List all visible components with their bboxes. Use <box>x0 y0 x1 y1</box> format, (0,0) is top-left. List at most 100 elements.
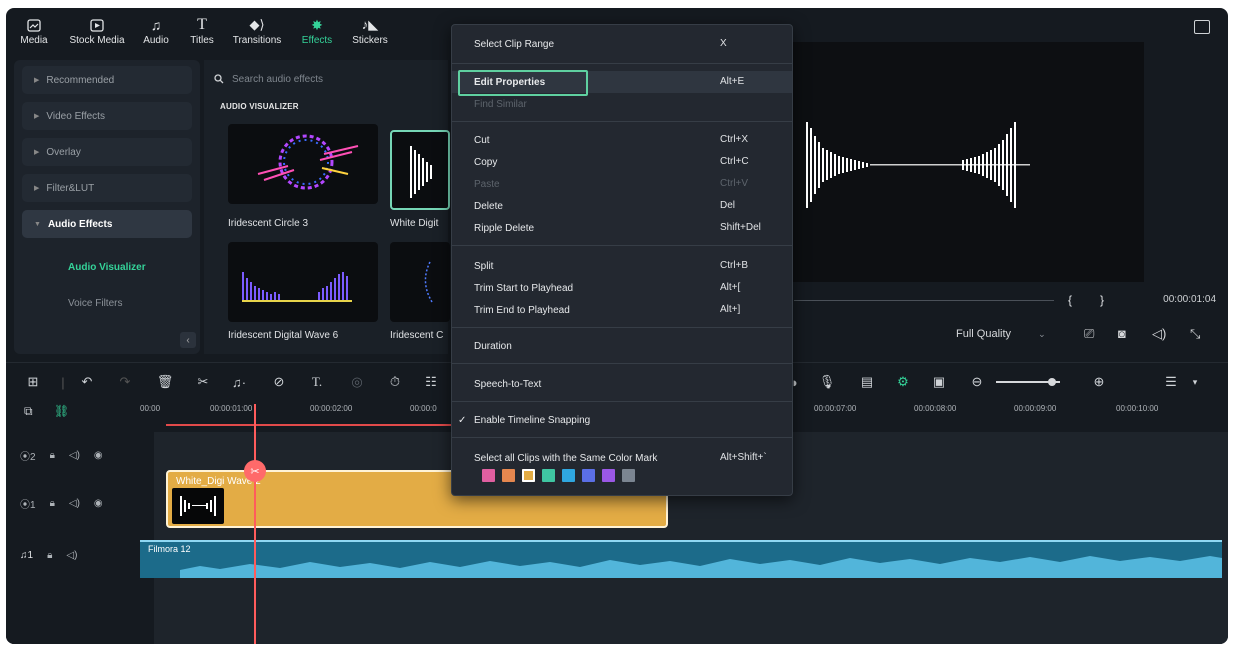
search-placeholder: Search audio effects <box>232 73 323 85</box>
video-track-icon: ⦿2 <box>20 452 36 463</box>
menu-edit-properties[interactable]: Edit Properties Alt+E <box>452 70 792 96</box>
zoom-slider[interactable] <box>996 378 1060 386</box>
color-mark-swatch[interactable] <box>482 469 495 482</box>
menu-split[interactable]: Split Ctrl+B <box>452 255 792 277</box>
effect-thumb-iridescent-digital-wave-6[interactable] <box>228 242 378 322</box>
playhead[interactable] <box>254 404 256 644</box>
effect-thumb-iridescent-c[interactable] <box>390 242 450 322</box>
mark-icon[interactable]: ⊘ <box>270 373 288 391</box>
color-mark-swatch[interactable] <box>522 469 535 482</box>
scissors-icon[interactable]: ✂ <box>194 373 212 391</box>
clip-thumbnail <box>172 488 224 524</box>
menu-cut[interactable]: Cut Ctrl+X <box>452 129 792 151</box>
lock-icon[interactable]: 🔒︎ <box>50 450 55 461</box>
color-mark-swatch[interactable] <box>562 469 575 482</box>
toolbar-titles-button[interactable]: T Titles <box>180 8 224 56</box>
menu-select-clip-range[interactable]: Select Clip Range X <box>452 33 792 55</box>
menu-shortcut: Alt+] <box>720 304 741 315</box>
color-mark-swatch[interactable] <box>582 469 595 482</box>
lock-icon[interactable]: 🔒︎ <box>47 550 52 561</box>
toolbar-audio-button[interactable]: ♫ Audio <box>132 8 180 56</box>
menu-duration[interactable]: Duration <box>452 335 792 357</box>
menu-ripple-delete[interactable]: Ripple Delete Shift+Del <box>452 217 792 239</box>
mic-icon[interactable]: 🎙 <box>818 373 836 391</box>
snapshot-icon[interactable]: ◙ <box>1118 326 1126 341</box>
music-clip[interactable]: Filmora 12 <box>140 540 1222 578</box>
eye-icon[interactable]: ◉ <box>94 450 103 461</box>
toolbar-media-button[interactable]: Media <box>6 8 62 56</box>
menu-shortcut: Ctrl+V <box>720 178 749 189</box>
color-icon[interactable]: ◎ <box>348 373 366 391</box>
undo-icon[interactable]: ↶ <box>78 373 96 391</box>
effect-thumb-iridescent-circle-3[interactable] <box>228 124 378 204</box>
eye-icon[interactable]: ◉ <box>94 498 103 509</box>
quality-select[interactable]: Full Quality ⌄ <box>956 328 1046 340</box>
zoom-slider-handle[interactable] <box>1048 378 1056 386</box>
category-recommended[interactable]: ▶ Recommended <box>22 66 192 94</box>
sticker-icon[interactable]: ▤ <box>858 373 876 391</box>
subcategory-audio-visualizer[interactable]: Audio Visualizer <box>22 254 192 280</box>
chevron-down-icon[interactable]: ▾ <box>1186 373 1204 391</box>
video-preview[interactable] <box>786 42 1144 282</box>
menu-paste[interactable]: Paste Ctrl+V <box>452 173 792 195</box>
search-input[interactable]: Search audio effects <box>214 68 442 90</box>
mark-in-button[interactable]: { <box>1068 293 1072 307</box>
category-audio-effects[interactable]: ▼ Audio Effects <box>22 210 192 238</box>
compare-view-icon[interactable] <box>1194 20 1210 34</box>
toolbar-effects-button[interactable]: ✸ Effects <box>290 8 344 56</box>
volume-icon[interactable]: ◁) <box>66 550 77 561</box>
toolbar-stock-media-button[interactable]: Stock Media <box>62 8 132 56</box>
mark-out-button[interactable]: } <box>1100 293 1104 307</box>
menu-select-same-color[interactable]: Select all Clips with the Same Color Mar… <box>452 447 792 469</box>
track-height-icon[interactable]: ☰ <box>1162 373 1180 391</box>
menu-speech-to-text[interactable]: Speech-to-Text <box>452 373 792 395</box>
color-mark-swatch[interactable] <box>602 469 615 482</box>
subcategory-voice-filters[interactable]: Voice Filters <box>22 290 192 316</box>
menu-trim-start[interactable]: Trim Start to Playhead Alt+[ <box>452 277 792 299</box>
category-filter-lut[interactable]: ▶ Filter&LUT <box>22 174 192 202</box>
effect-thumb-white-digital-wave[interactable] <box>390 130 450 210</box>
add-track-icon[interactable]: ⧉ <box>24 404 33 419</box>
menu-enable-timeline-snapping[interactable]: ✓ Enable Timeline Snapping <box>452 409 792 431</box>
color-mark-swatch[interactable] <box>622 469 635 482</box>
speed-icon[interactable]: ⏱ <box>386 373 404 391</box>
collapse-panel-button[interactable]: ‹ <box>180 332 196 348</box>
link-icon[interactable]: ⛓ <box>54 404 69 418</box>
text-icon[interactable]: T. <box>308 373 326 391</box>
fullscreen-icon[interactable]: ⤡ <box>1190 326 1200 342</box>
menu-label: Delete <box>474 200 503 212</box>
redo-icon[interactable]: ↷ <box>116 373 134 391</box>
zoom-out-icon[interactable]: ⊖ <box>968 373 986 391</box>
category-video-effects[interactable]: ▶ Video Effects <box>22 102 192 130</box>
audio-split-icon[interactable]: ♫· <box>230 373 248 391</box>
titles-icon: T <box>197 16 207 33</box>
track-number: 1 <box>30 500 36 511</box>
preview-progress-track[interactable] <box>794 300 1054 301</box>
audio-waveform <box>180 556 1222 578</box>
delete-icon[interactable]: 🗑 <box>156 373 174 391</box>
volume-icon[interactable]: ◁) <box>69 450 80 461</box>
menu-copy[interactable]: Copy Ctrl+C <box>452 151 792 173</box>
snap-icon[interactable]: ⚙ <box>894 373 912 391</box>
preview-icon[interactable]: ▣ <box>930 373 948 391</box>
adjust-icon[interactable]: ☷ <box>422 373 440 391</box>
menu-trim-end[interactable]: Trim End to Playhead Alt+] <box>452 299 792 321</box>
display-icon[interactable]: ⎚ <box>1084 326 1094 342</box>
color-mark-swatch[interactable] <box>502 469 515 482</box>
menu-separator <box>452 63 792 64</box>
toolbar-stickers-button[interactable]: ♪◣ Stickers <box>344 8 396 56</box>
track-header-video-2: ⦿2 🔒︎ ◁) ◉ <box>20 448 103 463</box>
scissors-icon[interactable]: ✂ <box>244 460 266 482</box>
toolbar-transitions-button[interactable]: ◆⟩ Transitions <box>224 8 290 56</box>
zoom-in-icon[interactable]: ⊕ <box>1090 373 1108 391</box>
layout-grid-icon[interactable]: ⊞ <box>24 373 42 391</box>
volume-icon[interactable]: ◁) <box>69 498 80 509</box>
lock-icon[interactable]: 🔒︎ <box>50 498 55 509</box>
color-mark-swatch[interactable] <box>542 469 555 482</box>
menu-find-similar[interactable]: Find Similar <box>452 93 792 115</box>
volume-icon[interactable]: ◁) <box>1152 326 1166 342</box>
effects-icon: ✸ <box>311 16 323 33</box>
menu-label: Enable Timeline Snapping <box>474 414 591 426</box>
menu-delete[interactable]: Delete Del <box>452 195 792 217</box>
category-overlay[interactable]: ▶ Overlay <box>22 138 192 166</box>
